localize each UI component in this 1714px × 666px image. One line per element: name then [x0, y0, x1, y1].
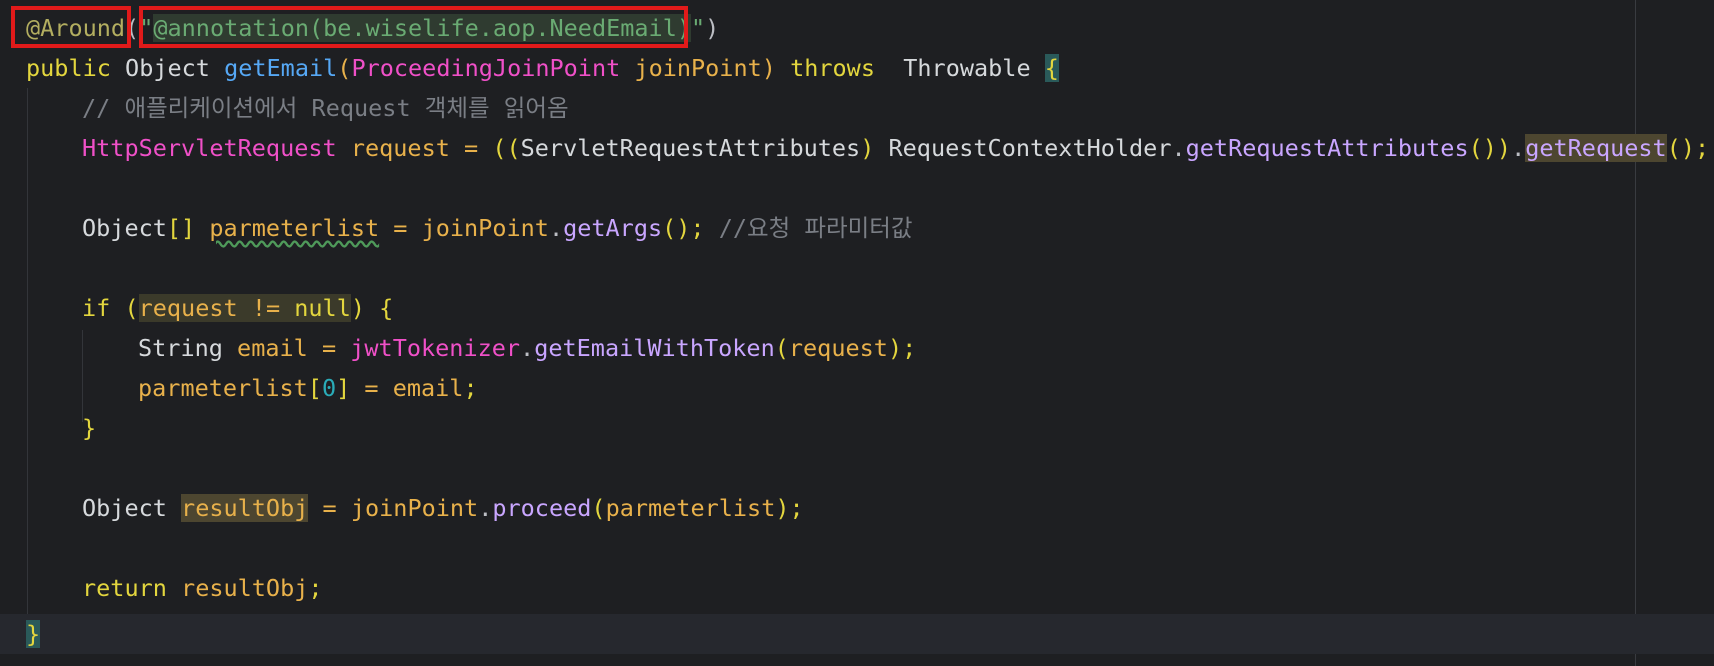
var-request: request — [138, 294, 238, 322]
call-get-email-with-token: getEmailWithToken — [534, 334, 775, 362]
arg-request: request — [788, 334, 888, 362]
dot: . — [548, 214, 564, 242]
keyword-public: public — [26, 54, 111, 82]
brace-open: { — [1044, 54, 1059, 82]
code-line-13[interactable]: Object resultObj = joinPoint.proceed(par… — [0, 488, 1714, 528]
semicolon: ; — [463, 374, 478, 402]
statement-end: ); — [775, 494, 804, 522]
code-line-16[interactable]: } — [0, 614, 1714, 654]
paren-close: ) — [350, 294, 366, 322]
var-email: email — [237, 334, 308, 362]
condition-highlight: request != null — [138, 294, 351, 322]
join-point-ref: joinPoint — [350, 494, 479, 522]
join-point-ref: joinPoint — [421, 214, 549, 242]
keyword-return: return — [82, 574, 167, 602]
dot: . — [1171, 134, 1186, 162]
assign-op: = — [364, 374, 379, 402]
call-get-args: getArgs — [563, 214, 663, 242]
code-line-11[interactable]: } — [0, 408, 1714, 448]
string-quote-close: " — [691, 14, 706, 42]
param-name: joinPoint — [634, 54, 762, 82]
code-lines: @Around("@annotation(be.wiselife.aop.Nee… — [0, 0, 1714, 666]
call-get-request: getRequest — [1525, 134, 1667, 162]
type-object: Object — [82, 494, 167, 522]
dot: . — [520, 334, 535, 362]
bracket-close: ] — [336, 374, 351, 402]
assign-op: = — [322, 494, 337, 522]
index-literal: 0 — [321, 374, 337, 402]
neq-op: != — [251, 294, 281, 322]
parens: ()) — [1468, 134, 1512, 162]
comment-read-request: // 애플리케이션에서 Request 객체를 읽어옴 — [82, 94, 569, 122]
var-request: request — [350, 134, 450, 162]
code-line-3[interactable]: // 애플리케이션에서 Request 객체를 읽어옴 — [0, 88, 1714, 128]
comment-request-params: //요청 파라미터값 — [718, 214, 913, 242]
param-type: ProceedingJoinPoint — [351, 54, 621, 82]
code-line-9[interactable]: String email = jwtTokenizer.getEmailWith… — [0, 328, 1714, 368]
assign-op: = — [321, 334, 337, 362]
paren-close: ) — [761, 54, 776, 82]
bracket-open: [ — [307, 374, 322, 402]
statement-end: ); — [887, 334, 917, 362]
return-type: Object — [125, 54, 210, 82]
code-line-2[interactable]: public Object getEmail(ProceedingJoinPoi… — [0, 48, 1714, 88]
code-line-10[interactable]: parmeterlist[0] = email; — [0, 368, 1714, 408]
pointcut-expression: @annotation(be.wiselife.aop.NeedEmail) — [153, 14, 691, 42]
paren-close: ) — [705, 14, 720, 42]
call-get-request-attributes: getRequestAttributes — [1185, 134, 1469, 162]
keyword-if: if — [82, 294, 111, 322]
brace-open: { — [379, 294, 394, 322]
paren-open: ( — [337, 54, 352, 82]
code-line-6[interactable]: Object[] parmeterlist = joinPoint.getArg… — [0, 208, 1714, 248]
around-annotation: @Around — [26, 14, 126, 42]
call-proceed: proceed — [492, 494, 592, 522]
dot: . — [478, 494, 493, 522]
statement-end: (); — [662, 214, 705, 242]
assign-op: = — [464, 134, 479, 162]
var-parmeterlist: parmeterlist — [209, 214, 380, 242]
type-object: Object — [82, 214, 167, 242]
field-jwt-tokenizer: jwtTokenizer — [350, 334, 521, 362]
semicolon: ; — [308, 574, 323, 602]
cast-type: ServletRequestAttributes — [520, 134, 861, 162]
array-brackets: [] — [166, 214, 196, 242]
throwable-type: Throwable — [903, 54, 1031, 82]
paren-open: (( — [492, 134, 521, 162]
dot: . — [1511, 134, 1526, 162]
code-line-4[interactable]: HttpServletRequest request = ((ServletRe… — [0, 128, 1714, 168]
var-parmeterlist: parmeterlist — [138, 374, 308, 402]
brace-close: } — [26, 620, 41, 648]
arg-parmeterlist: parmeterlist — [605, 494, 776, 522]
string-quote-open: " — [139, 14, 154, 42]
paren-open: ( — [125, 14, 140, 42]
value-email: email — [392, 374, 464, 402]
method-name: getEmail — [224, 54, 338, 82]
code-editor[interactable]: @Around("@annotation(be.wiselife.aop.Nee… — [0, 0, 1714, 666]
type-string: String — [138, 334, 223, 362]
context-holder: RequestContextHolder — [888, 134, 1172, 162]
paren-open: ( — [774, 334, 789, 362]
assign-op: = — [393, 214, 408, 242]
code-line-1[interactable]: @Around("@annotation(be.wiselife.aop.Nee… — [0, 8, 1714, 48]
brace-close: } — [82, 414, 97, 442]
var-result-obj: resultObj — [181, 494, 309, 522]
var-result-obj: resultObj — [181, 574, 309, 602]
code-line-15[interactable]: return resultObj; — [0, 568, 1714, 608]
type-http-servlet-request: HttpServletRequest — [82, 134, 337, 162]
paren-open: ( — [591, 494, 606, 522]
statement-end: (); — [1666, 134, 1710, 162]
code-line-8[interactable]: if (request != null) { — [0, 288, 1714, 328]
keyword-throws: throws — [790, 54, 875, 82]
paren-open: ( — [124, 294, 139, 322]
paren-close: ) — [860, 134, 875, 162]
null-literal: null — [294, 294, 351, 322]
